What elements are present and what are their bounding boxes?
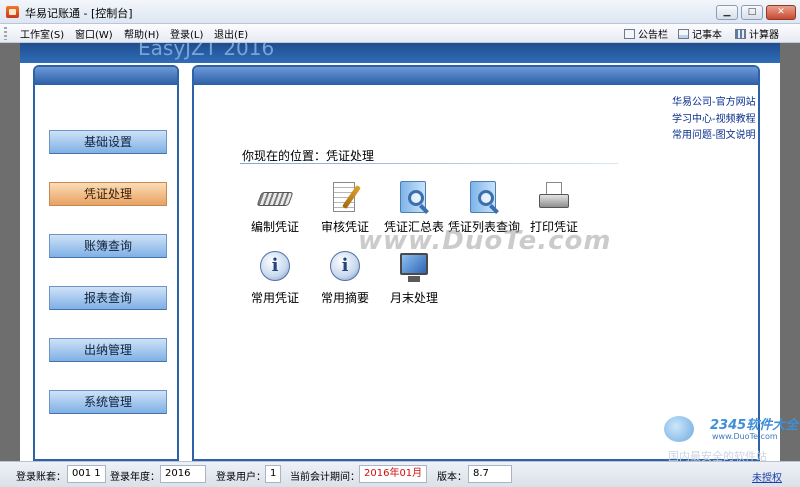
bulletin-icon xyxy=(624,29,635,39)
nav-basic-settings[interactable]: 基础设置 xyxy=(49,130,167,154)
menu-bar: 工作室(S) 窗口(W) 帮助(H) 登录(L) 退出(E) 公告栏 记事本 计… xyxy=(0,24,800,43)
calculator-button[interactable]: 计算器 xyxy=(735,26,779,41)
user-value: 1 xyxy=(265,465,281,483)
year-label: 登录年度： xyxy=(110,472,160,483)
location-divider xyxy=(240,163,618,164)
location-breadcrumb: 你现在的位置：凭证处理 xyxy=(242,149,375,163)
app-icon xyxy=(6,6,19,18)
document-pen-icon xyxy=(327,180,363,214)
license-status-link[interactable]: 未授权 xyxy=(752,469,782,484)
book-search-icon xyxy=(466,180,502,214)
info-icon: i xyxy=(257,251,293,285)
banner-text: EasyJZT 2016 xyxy=(138,43,275,60)
menu-studio[interactable]: 工作室(S) xyxy=(20,26,64,41)
period-label: 当前会计期间： xyxy=(290,472,360,483)
header-banner: EasyJZT 2016 xyxy=(20,43,780,63)
close-button[interactable]: ✕ xyxy=(766,5,796,20)
book-search-icon xyxy=(396,180,432,214)
watermark-logo: 2345软件大全 xyxy=(710,418,799,433)
calculator-icon xyxy=(735,29,746,39)
nav-report-query[interactable]: 报表查询 xyxy=(49,286,167,310)
keyboard-icon xyxy=(256,180,294,214)
minimize-button[interactable]: ▁ xyxy=(716,5,738,20)
maximize-button[interactable]: □ xyxy=(741,5,763,20)
account-value: 001 1 xyxy=(67,465,106,483)
right-content-panel: 华易公司-官方网站 学习中心-视频教程 常用问题-图文说明 你现在的位置：凭证处… xyxy=(192,65,760,461)
link-video-tutorial[interactable]: 学习中心-视频教程 xyxy=(672,110,756,125)
func-month-end[interactable]: 月末处理 xyxy=(378,251,450,311)
account-label: 登录账套： xyxy=(16,472,66,483)
version-label: 版本： xyxy=(437,472,467,483)
version-value: 8.7 xyxy=(468,465,512,483)
duote-watermark: www.DuoTe.com xyxy=(358,226,612,256)
printer-icon xyxy=(536,180,572,214)
nav-voucher-processing[interactable]: 凭证处理 xyxy=(49,182,167,206)
bird-logo-icon xyxy=(664,416,694,442)
info-icon: i xyxy=(327,251,363,285)
menu-exit[interactable]: 退出(E) xyxy=(214,26,248,41)
notepad-button[interactable]: 记事本 xyxy=(678,26,722,41)
right-panel-header xyxy=(194,67,758,85)
link-faq[interactable]: 常用问题-图文说明 xyxy=(672,126,756,141)
corner-watermark: 2345软件大全 www.DuoTe.com 国内最安全的软件站 xyxy=(660,410,800,463)
link-official-site[interactable]: 华易公司-官方网站 xyxy=(672,93,756,108)
window-title: 华易记账通 - [控制台] xyxy=(25,7,133,20)
bulletin-label: 公告栏 xyxy=(638,30,668,41)
func-label: 月末处理 xyxy=(389,291,438,305)
left-nav-panel: 基础设置 凭证处理 账簿查询 报表查询 出纳管理 系统管理 xyxy=(33,65,179,461)
status-bar: 登录账套： 001 1 登录年度： 2016 登录用户： 1 当前会计期间： 2… xyxy=(0,461,800,487)
nav-cashier-management[interactable]: 出纳管理 xyxy=(49,338,167,362)
bulletin-button[interactable]: 公告栏 xyxy=(624,26,668,41)
menu-login[interactable]: 登录(L) xyxy=(170,26,203,41)
left-panel-header xyxy=(35,67,177,85)
nav-ledger-query[interactable]: 账簿查询 xyxy=(49,234,167,258)
nav-system-management[interactable]: 系统管理 xyxy=(49,390,167,414)
watermark-url: www.DuoTe.com xyxy=(712,432,778,441)
period-value: 2016年01月 xyxy=(359,465,428,483)
notepad-icon xyxy=(678,29,689,39)
menu-window[interactable]: 窗口(W) xyxy=(75,26,113,41)
notepad-label: 记事本 xyxy=(692,30,722,41)
year-value: 2016 xyxy=(160,465,206,483)
title-bar: 华易记账通 - [控制台] ▁ □ ✕ xyxy=(0,0,800,24)
user-label: 登录用户： xyxy=(216,472,266,483)
menu-help[interactable]: 帮助(H) xyxy=(124,26,159,41)
toolbar-grip[interactable] xyxy=(4,27,7,40)
calculator-label: 计算器 xyxy=(749,30,779,41)
monitor-icon xyxy=(396,251,432,285)
